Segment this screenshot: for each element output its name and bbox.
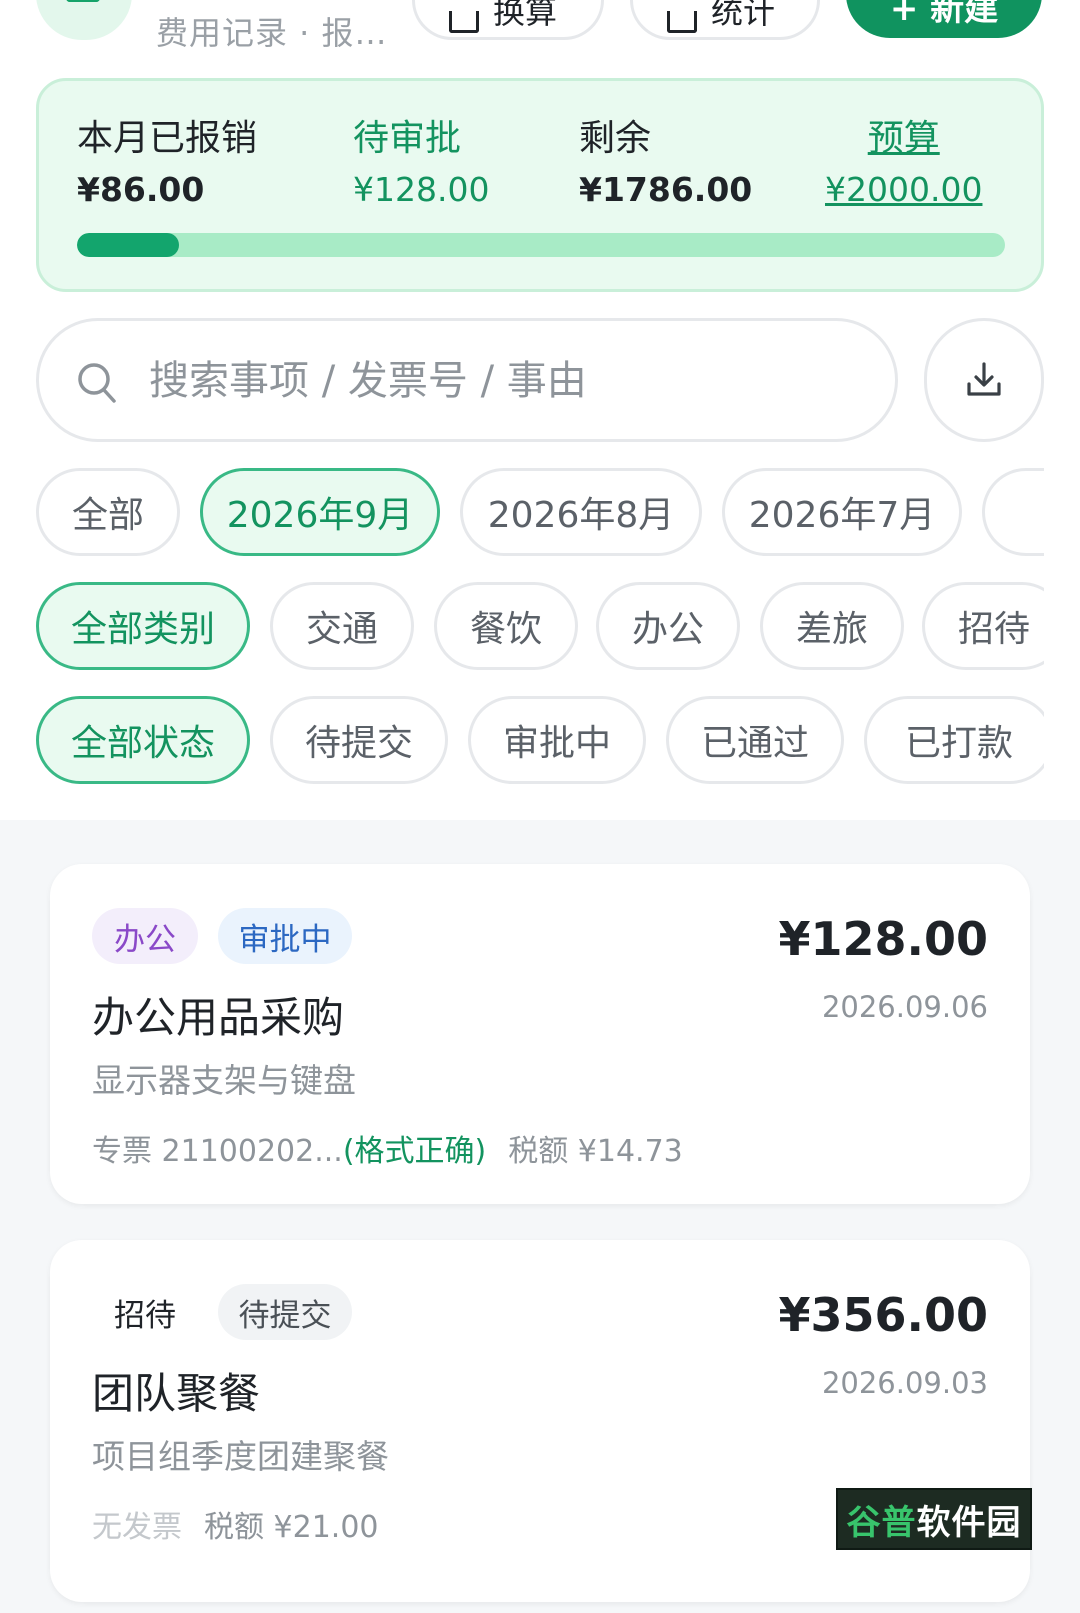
stat-reimbursed: 本月已报销 ¥86.00 — [77, 115, 257, 213]
status-badge: 待提交 — [218, 1284, 352, 1340]
category-tag: 招待 — [114, 1297, 176, 1334]
calc-button[interactable]: 换算 — [412, 0, 604, 40]
chip-category-office[interactable]: 办公 — [596, 582, 740, 670]
record-date: 2026.09.06 — [821, 990, 988, 1024]
calc-button-label: 换算 — [493, 0, 558, 31]
invoice-number: 无发票 — [92, 1510, 182, 1545]
status-badge: 审批中 — [218, 908, 352, 964]
stat-remaining: 剩余 ¥1786.00 — [579, 115, 752, 213]
chip-status-paid[interactable]: 已打款 — [864, 696, 1044, 784]
budget-link[interactable]: 预算 ¥2000.00 — [825, 115, 982, 213]
stat-budget-label: 预算 — [867, 118, 940, 159]
app-header: 费用记录 · 报… 换算 统计 + 新建 — [0, 0, 1080, 70]
stats-button-label: 统计 — [711, 0, 776, 31]
app-logo — [36, 0, 132, 40]
stat-remaining-label: 剩余 — [579, 118, 652, 159]
chip-label: 全部 — [71, 495, 144, 536]
record-meta: 专票 21100202...(格式正确) 税额 ¥14.73 — [92, 1126, 683, 1170]
watermark-accent: 谷普 — [846, 1502, 917, 1543]
record-title: 团队聚餐 — [92, 1369, 261, 1418]
chip-category-dining[interactable]: 餐饮 — [434, 582, 578, 670]
search-input[interactable] — [149, 351, 849, 411]
chip-status-draft[interactable]: 待提交 — [270, 696, 448, 784]
chip-month-more[interactable] — [982, 468, 1044, 556]
chip-category-travel[interactable]: 差旅 — [760, 582, 904, 670]
category-filter-row: 全部类别 交通 餐饮 办公 差旅 招待 — [36, 582, 1044, 674]
stat-reimbursed-label: 本月已报销 — [77, 118, 258, 159]
chip-month-all[interactable]: 全部 — [36, 468, 180, 556]
chip-label: 已打款 — [904, 723, 1013, 764]
chip-category-all[interactable]: 全部类别 — [36, 582, 250, 670]
chip-label: 差旅 — [795, 609, 868, 650]
budget-progress-fill — [77, 233, 180, 257]
chart-icon — [667, 11, 697, 33]
budget-progress-bar — [77, 233, 1005, 257]
app-subtitle: 费用记录 · 报… — [156, 14, 388, 52]
chip-label: 交通 — [305, 609, 378, 650]
export-button[interactable] — [924, 318, 1044, 442]
stat-pending: 待审批 ¥128.00 — [353, 115, 489, 213]
record-description: 项目组季度团建聚餐 — [92, 1437, 389, 1476]
stat-reimbursed-value: ¥86.00 — [77, 170, 205, 209]
stat-pending-label: 待审批 — [353, 118, 462, 159]
chip-month-2026-08[interactable]: 2026年8月 — [460, 468, 702, 556]
chip-label: 2026年7月 — [748, 495, 936, 536]
chip-category-entertainment[interactable]: 招待 — [922, 582, 1044, 670]
record-description: 显示器支架与键盘 — [92, 1061, 356, 1100]
category-tag: 办公 — [92, 908, 198, 964]
calculator-icon — [449, 11, 479, 33]
chip-label: 办公 — [631, 609, 704, 650]
stat-budget-value: ¥2000.00 — [825, 170, 983, 209]
search-icon — [78, 363, 116, 403]
budget-summary-card: 本月已报销 ¥86.00 待审批 ¥128.00 剩余 ¥1786.00 预算 … — [36, 78, 1044, 292]
chip-label: 待提交 — [304, 723, 413, 764]
chip-label: 已通过 — [700, 723, 809, 764]
search-bar[interactable] — [36, 318, 898, 442]
stats-button[interactable]: 统计 — [630, 0, 820, 40]
download-icon — [967, 362, 1001, 396]
chip-label: 全部状态 — [70, 723, 215, 764]
invoice-info: 专票 21100202...(格式正确) — [92, 1126, 486, 1170]
chip-label: 餐饮 — [469, 609, 542, 650]
chip-label: 招待 — [957, 609, 1030, 650]
tax-amount: 税额 ¥14.73 — [508, 1134, 683, 1169]
record-meta: 无发票 税额 ¥21.00 — [92, 1502, 379, 1546]
chip-category-transport[interactable]: 交通 — [270, 582, 414, 670]
chip-label: 全部类别 — [70, 609, 215, 650]
chip-month-2026-09[interactable]: 2026年9月 — [200, 468, 440, 556]
stat-pending-value: ¥128.00 — [353, 170, 490, 209]
chip-status-reviewing[interactable]: 审批中 — [468, 696, 646, 784]
new-record-label: + 新建 — [889, 0, 999, 29]
chip-label: 审批中 — [502, 723, 611, 764]
record-card[interactable]: 办公 审批中 办公用品采购 显示器支架与键盘 专票 21100202...(格式… — [50, 864, 1030, 1204]
invoice-number: 专票 21100202... — [92, 1134, 343, 1169]
stat-remaining-value: ¥1786.00 — [579, 170, 753, 209]
chip-label: 2026年8月 — [487, 495, 675, 536]
chip-status-approved[interactable]: 已通过 — [666, 696, 844, 784]
record-amount: ¥128.00 — [778, 912, 988, 966]
chip-label: 2026年9月 — [226, 495, 414, 536]
ledger-icon — [66, 0, 100, 2]
chip-month-2026-07[interactable]: 2026年7月 — [722, 468, 962, 556]
status-filter-row: 全部状态 待提交 审批中 已通过 已打款 — [36, 696, 1044, 788]
record-amount: ¥356.00 — [778, 1288, 988, 1342]
record-title: 办公用品采购 — [92, 993, 345, 1042]
chip-status-all[interactable]: 全部状态 — [36, 696, 250, 784]
month-filter-row: 全部 2026年9月 2026年8月 2026年7月 — [36, 468, 1044, 560]
new-record-button[interactable]: + 新建 — [846, 0, 1042, 38]
watermark-text: 软件园 — [916, 1502, 1022, 1543]
site-watermark: 谷普 软件园 — [836, 1488, 1032, 1550]
record-date: 2026.09.03 — [821, 1366, 988, 1400]
tax-amount: 税额 ¥21.00 — [204, 1510, 379, 1545]
invoice-format-check: (格式正确) — [342, 1134, 487, 1169]
